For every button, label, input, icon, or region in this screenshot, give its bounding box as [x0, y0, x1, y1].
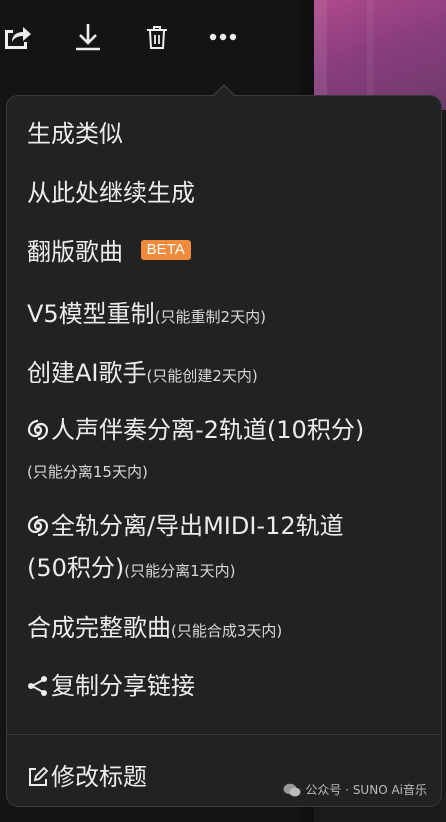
watermark: 公众号 · SUNO Ai音乐 — [283, 781, 427, 798]
menu-item-note: (只能创建2天内) — [146, 367, 258, 385]
spiral-icon — [27, 515, 49, 537]
more-button[interactable] — [206, 20, 240, 54]
menu-item-merge-full-song[interactable]: 合成完整歌曲(只能合成3天内) — [27, 612, 427, 647]
share-icon — [5, 27, 31, 49]
menu-item-note: (只能分离1天内) — [124, 562, 236, 580]
watermark-text: 公众号 · SUNO Ai音乐 — [305, 783, 427, 797]
menu-item-full-track-separation[interactable]: 全轨分离/导出MIDI-12轨道 — [27, 510, 427, 542]
menu-item-second-line[interactable]: (50积分)(只能分离1天内) — [27, 552, 427, 587]
menu-item-note-line: (只能分离15天内) — [27, 456, 427, 488]
menu-item-continue-from-here[interactable]: 从此处继续生成 — [27, 177, 427, 209]
more-icon — [209, 33, 237, 41]
menu-item-label: 修改标题 — [51, 763, 147, 791]
menu-item-note: (只能合成3天内) — [171, 622, 283, 640]
wechat-icon — [283, 783, 301, 796]
delete-button[interactable] — [140, 20, 174, 54]
more-options-menu: 生成类似 从此处继续生成 翻版歌曲 BETA V5模型重制(只能重制2天内) 创… — [6, 95, 442, 807]
menu-item-generate-similar[interactable]: 生成类似 — [27, 118, 427, 150]
trash-icon — [147, 26, 167, 49]
menu-item-label: 合成完整歌曲 — [27, 614, 171, 642]
menu-item-vocal-separation[interactable]: 人声伴奏分离-2轨道(10积分) — [27, 414, 427, 446]
spiral-icon — [27, 419, 49, 441]
beta-badge: BETA — [140, 240, 191, 260]
menu-item-label: 翻版歌曲 — [27, 238, 123, 266]
menu-item-note: (只能重制2天内) — [154, 308, 266, 326]
menu-item-label: 人声伴奏分离-2轨道(10积分) — [51, 416, 365, 444]
menu-item-v5-remaster[interactable]: V5模型重制(只能重制2天内) — [27, 298, 427, 333]
download-button[interactable] — [71, 20, 105, 54]
share-button[interactable] — [0, 20, 34, 54]
menu-item-note: (只能分离15天内) — [27, 463, 148, 481]
menu-divider — [7, 734, 441, 735]
share-link-icon — [28, 676, 47, 696]
song-cover-thumbnail[interactable] — [314, 0, 446, 110]
menu-item-label: 全轨分离/导出MIDI-12轨道 — [51, 512, 344, 540]
menu-pointer-fill — [214, 86, 234, 96]
menu-item-label: 创建AI歌手 — [27, 359, 147, 387]
menu-item-cover-song[interactable]: 翻版歌曲 BETA — [27, 236, 427, 268]
menu-item-label: 复制分享链接 — [51, 672, 195, 700]
download-icon — [76, 24, 100, 51]
menu-item-label: 生成类似 — [27, 120, 123, 148]
song-action-toolbar — [0, 0, 300, 78]
menu-item-label: (50积分) — [27, 554, 125, 582]
menu-item-label: V5模型重制 — [27, 300, 155, 328]
edit-icon — [29, 766, 49, 786]
menu-item-create-ai-singer[interactable]: 创建AI歌手(只能创建2天内) — [27, 357, 427, 392]
menu-item-label: 从此处继续生成 — [27, 179, 195, 207]
menu-item-copy-share-link[interactable]: 复制分享链接 — [27, 670, 427, 702]
